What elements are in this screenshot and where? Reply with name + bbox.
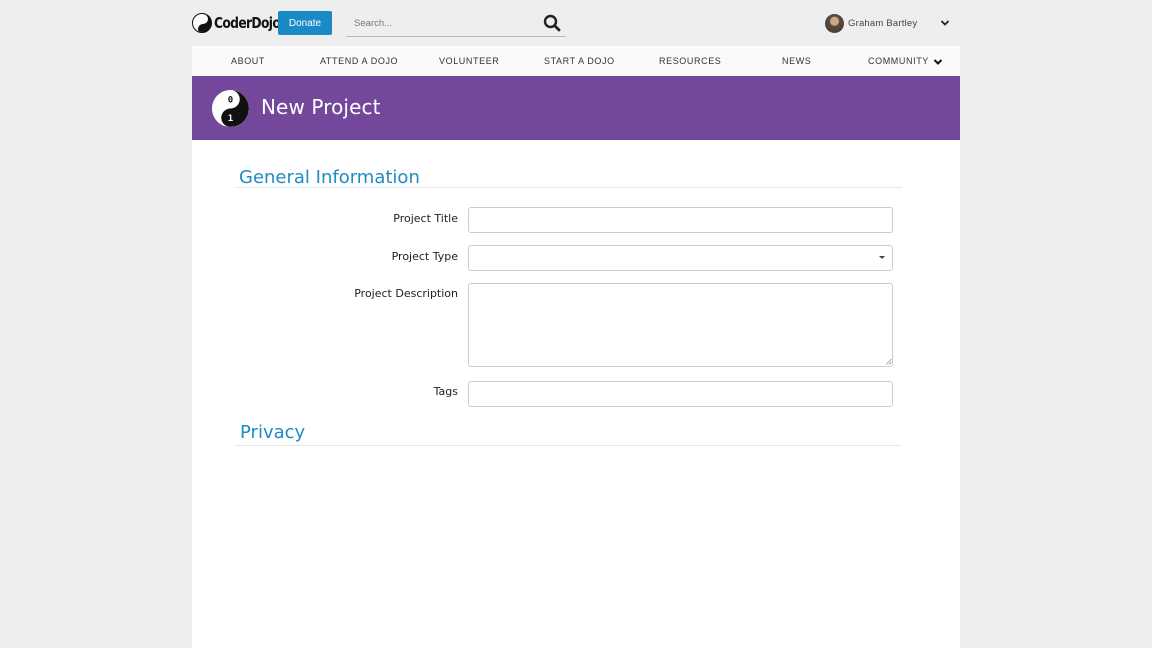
nav-item-volunteer[interactable]: Volunteer	[439, 46, 499, 76]
search-bar	[346, 11, 566, 37]
section-divider	[235, 445, 901, 446]
section-divider	[235, 187, 902, 188]
nav-item-about[interactable]: About	[231, 46, 265, 76]
search-input[interactable]	[346, 11, 536, 35]
avatar	[825, 13, 844, 33]
page-banner: 0 1 New Project	[192, 76, 960, 140]
main-nav: About Attend a Dojo Volunteer Start a Do…	[192, 46, 960, 76]
project-type-label: Project Type	[391, 250, 458, 263]
project-logo-icon: 0 1	[212, 90, 249, 127]
yin-yang-icon	[192, 13, 212, 33]
logo-digit-zero: 0	[228, 96, 233, 106]
section-heading-privacy: Privacy	[240, 422, 306, 443]
main-content: General Information Project Title Projec…	[192, 140, 960, 648]
nav-item-resources[interactable]: Resources	[659, 46, 721, 76]
resize-handle-icon[interactable]	[885, 358, 892, 365]
search-icon[interactable]	[543, 14, 561, 32]
project-description-label: Project Description	[354, 287, 458, 300]
chevron-down-icon[interactable]	[939, 17, 951, 29]
user-menu[interactable]: Graham Bartley	[825, 13, 950, 33]
project-title-label: Project Title	[393, 212, 458, 225]
nav-item-attend-a-dojo[interactable]: Attend a Dojo	[320, 46, 398, 76]
chevron-down-icon	[933, 58, 943, 65]
nav-item-community[interactable]: Community	[868, 46, 943, 76]
donate-button[interactable]: Donate	[278, 11, 332, 35]
project-title-input[interactable]	[468, 207, 893, 233]
logo-text: CoderDojo	[214, 14, 281, 32]
logo-digit-one: 1	[228, 114, 233, 124]
project-description-textarea[interactable]	[468, 283, 893, 367]
project-type-select[interactable]	[468, 245, 893, 271]
nav-item-news[interactable]: News	[782, 46, 811, 76]
top-header: CoderDojo Donate Graham Bartley	[0, 0, 1152, 46]
section-heading-general-information: General Information	[239, 167, 420, 188]
nav-item-start-a-dojo[interactable]: Start a Dojo	[544, 46, 615, 76]
page-title: New Project	[261, 95, 381, 119]
nav-item-community-label: Community	[868, 56, 929, 66]
user-name: Graham Bartley	[848, 17, 918, 29]
tags-input[interactable]	[468, 381, 893, 407]
tags-label: Tags	[433, 385, 458, 398]
caret-down-icon	[879, 256, 885, 259]
